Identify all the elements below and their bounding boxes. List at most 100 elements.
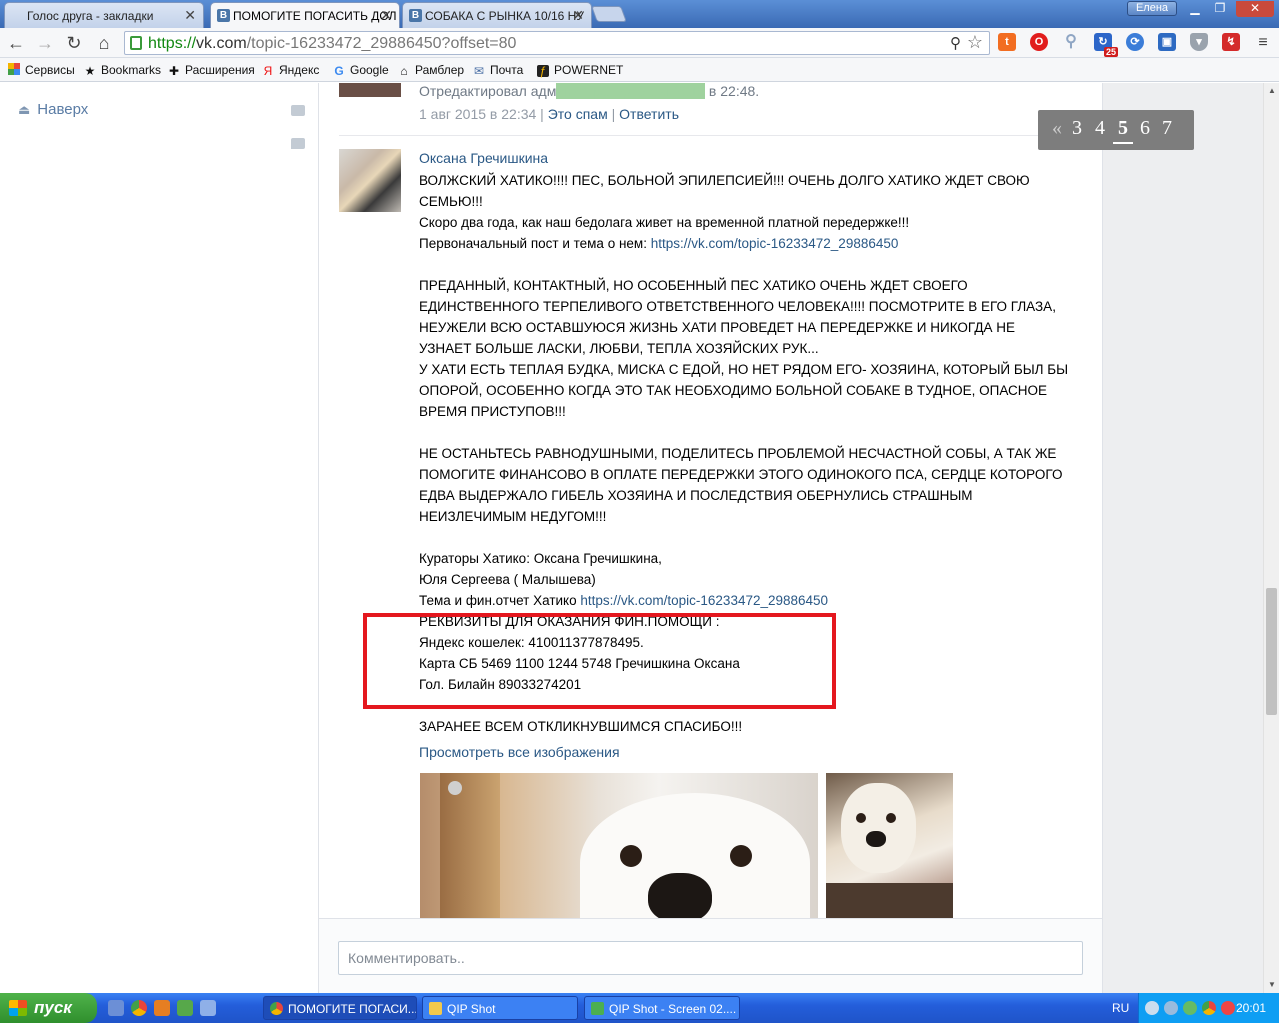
- task-qip-screen[interactable]: QIP Shot - Screen 02....: [584, 996, 740, 1020]
- language-indicator[interactable]: RU: [1112, 1001, 1129, 1015]
- windows-flag-icon: [9, 1000, 27, 1016]
- scroll-thumb[interactable]: [1266, 588, 1277, 715]
- envelope-icon[interactable]: [291, 105, 305, 116]
- scroll-to-top-link[interactable]: ⏏ Наверх: [18, 101, 88, 118]
- search-ext-icon[interactable]: ⚲: [1062, 33, 1080, 51]
- post-line: Тема и фин.отчет Хатико https://vk.com/t…: [419, 593, 829, 608]
- page-link[interactable]: 7: [1162, 117, 1172, 140]
- bookmark-pochta[interactable]: ✉ Почта: [473, 63, 523, 77]
- minimize-icon[interactable]: ▁: [1182, 1, 1208, 17]
- maximize-icon[interactable]: ❐: [1207, 1, 1233, 17]
- address-bar[interactable]: https://vk.com/topic-16233472_29886450?o…: [124, 31, 990, 55]
- post-author[interactable]: Оксана Гречишкина: [419, 150, 548, 166]
- close-icon[interactable]: ✕: [380, 7, 392, 24]
- post-paragraph: НЕ ОСТАНЬТЕСЬ РАВНОДУШНЫМИ, ПОДЕЛИТЕСЬ П…: [419, 446, 1063, 524]
- topic-content: Отредактировал администратор, 3 авг 2015…: [318, 83, 1103, 993]
- comment-input[interactable]: [338, 941, 1083, 975]
- edited-blurred-fragment: инистратор, 3 авг 2015: [556, 83, 706, 99]
- report-link[interactable]: https://vk.com/topic-16233472_29886450: [580, 593, 828, 608]
- reply-link[interactable]: Ответить: [619, 106, 679, 122]
- window-close-icon[interactable]: ✕: [1236, 1, 1274, 17]
- page-link[interactable]: 6: [1140, 117, 1150, 140]
- tray-icon[interactable]: [1183, 1001, 1197, 1015]
- bookmark-google[interactable]: G Google: [333, 63, 388, 78]
- puzzle-icon: ✚: [168, 64, 180, 78]
- google-icon: G: [334, 64, 344, 78]
- scroll-up-arrow-icon[interactable]: ▲: [1268, 86, 1276, 95]
- reload-icon[interactable]: ↻: [63, 32, 85, 54]
- browser-toolbar: ← → ↻ ⌂ https://vk.com/topic-16233472_29…: [0, 28, 1279, 58]
- page-current: 5: [1113, 117, 1133, 144]
- forward-arrow-icon[interactable]: →: [34, 32, 56, 54]
- close-icon[interactable]: ✕: [572, 7, 584, 24]
- system-tray: 20:01: [1138, 993, 1279, 1023]
- scroll-down-arrow-icon[interactable]: ▼: [1268, 980, 1276, 989]
- new-tab-button[interactable]: [591, 6, 627, 22]
- bookmark-powernet[interactable]: ƒ POWERNET: [537, 63, 623, 77]
- dog-nose: [648, 873, 712, 923]
- bookmark-yandex[interactable]: Я Яндекс: [262, 63, 320, 77]
- adobe-ext-icon[interactable]: ↯: [1222, 33, 1240, 51]
- tab-title: СОБАКА С РЫНКА 10/16 НУ: [425, 9, 584, 23]
- view-all-images-link[interactable]: Просмотреть все изображения: [419, 744, 620, 760]
- topic-link[interactable]: https://vk.com/topic-16233472_29886450: [651, 236, 899, 251]
- tab-golos-druga[interactable]: Голос друга - закладки ✕: [4, 2, 204, 28]
- chrome-icon[interactable]: [1202, 1001, 1216, 1015]
- tab-title: ПОМОГИТЕ ПОГАСИТЬ ДОЛ: [233, 9, 397, 23]
- vk-icon: В: [217, 9, 230, 22]
- scrollbar[interactable]: ▲ ▼: [1263, 83, 1279, 993]
- tray-arrow-icon[interactable]: [1145, 1001, 1159, 1015]
- post-line: Кураторы Хатико: Оксана Гречишкина,: [419, 551, 662, 566]
- dog-photo[interactable]: [826, 773, 953, 923]
- task-qip-shot[interactable]: QIP Shot: [422, 996, 578, 1020]
- bookmark-star-icon[interactable]: ☆: [967, 32, 983, 53]
- bookmark-extensions[interactable]: ✚ Расширения: [168, 63, 255, 77]
- tray-icon[interactable]: [1221, 1001, 1235, 1015]
- qip-icon: [591, 1002, 604, 1015]
- star-icon: ★: [84, 64, 96, 78]
- clock: 20:01: [1235, 1001, 1266, 1015]
- bookmark-rambler[interactable]: ⌂ Рамблер: [398, 63, 464, 77]
- quicklaunch-icon[interactable]: [154, 1000, 170, 1016]
- tab-sobaka[interactable]: В СОБАКА С РЫНКА 10/16 НУ ✕: [402, 2, 592, 28]
- refresh-ext-icon[interactable]: ⟳: [1126, 33, 1144, 51]
- dog-photo[interactable]: [420, 773, 818, 923]
- spam-link[interactable]: Это спам: [548, 106, 608, 122]
- back-arrow-icon[interactable]: ←: [5, 32, 27, 54]
- left-sidebar: ⏏ Наверх: [0, 83, 318, 993]
- browser-tab-strip: Голос друга - закладки ✕ В ПОМОГИТЕ ПОГА…: [0, 0, 1279, 28]
- start-button[interactable]: пуск: [0, 993, 97, 1023]
- bookmark-apps[interactable]: Сервисы: [8, 63, 75, 77]
- window-ext-icon[interactable]: ▣: [1158, 33, 1176, 51]
- avatar[interactable]: [339, 149, 401, 212]
- utorrent-icon[interactable]: [177, 1000, 193, 1016]
- close-icon[interactable]: ✕: [184, 7, 196, 24]
- opera-icon[interactable]: O: [1030, 33, 1048, 51]
- task-chrome[interactable]: ПОМОГИТЕ ПОГАСИ...: [263, 996, 417, 1020]
- extension-t-icon[interactable]: t: [998, 33, 1016, 51]
- photo-background: [440, 773, 500, 923]
- zoom-icon[interactable]: ⚲: [950, 34, 961, 52]
- avatar[interactable]: [339, 83, 401, 97]
- mail-icon: ✉: [473, 64, 485, 78]
- chrome-icon[interactable]: [131, 1000, 147, 1016]
- menu-icon[interactable]: ≡: [1252, 32, 1274, 54]
- bookmark-bookmarks[interactable]: ★ Bookmarks: [84, 63, 161, 77]
- quicklaunch-icon[interactable]: [108, 1000, 124, 1016]
- home-icon[interactable]: ⌂: [93, 32, 115, 54]
- quicklaunch-icon[interactable]: [200, 1000, 216, 1016]
- page-viewport: ⏏ Наверх Отредактировал администратор, 3 …: [0, 83, 1263, 993]
- profile-button[interactable]: Елена: [1127, 1, 1177, 16]
- page-link[interactable]: 3: [1072, 117, 1082, 140]
- post-line: Юля Сергеева ( Малышева): [419, 572, 596, 587]
- sync-icon[interactable]: ↻ 25: [1094, 33, 1118, 57]
- dog-eye: [886, 813, 896, 823]
- tab-pomogite[interactable]: В ПОМОГИТЕ ПОГАСИТЬ ДОЛ ✕: [210, 2, 400, 28]
- pagination-prev[interactable]: «: [1052, 117, 1062, 140]
- tray-icon[interactable]: [1164, 1001, 1178, 1015]
- post-date[interactable]: 1 авг 2015 в 22:34: [419, 106, 536, 122]
- page-link[interactable]: 4: [1095, 117, 1105, 140]
- shield-icon[interactable]: ▾: [1190, 33, 1208, 51]
- highlight-box: [363, 613, 836, 709]
- speech-bubble-icon[interactable]: [291, 138, 305, 149]
